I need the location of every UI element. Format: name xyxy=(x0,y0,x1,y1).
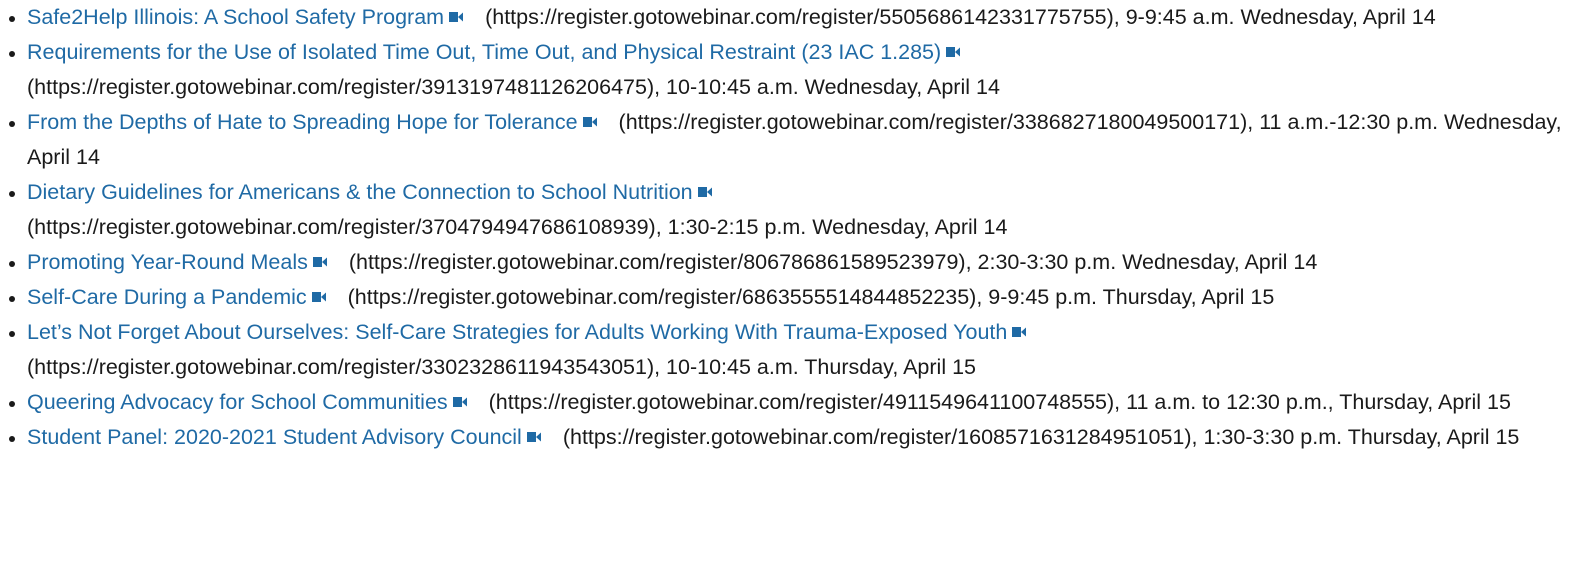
webinar-details: (https://register.gotowebinar.com/regist… xyxy=(348,250,1318,274)
webinar-details: (https://register.gotowebinar.com/regist… xyxy=(562,425,1520,449)
list-item: Student Panel: 2020-2021 Student Advisor… xyxy=(9,420,1577,455)
webinar-title-link[interactable]: Self-Care During a Pandemic xyxy=(27,285,307,309)
list-item: Dietary Guidelines for Americans & the C… xyxy=(9,175,1577,245)
webinar-title-link[interactable]: Student Panel: 2020-2021 Student Advisor… xyxy=(27,425,522,449)
webinar-title-link[interactable]: From the Depths of Hate to Spreading Hop… xyxy=(27,110,578,134)
webinar-details: (https://register.gotowebinar.com/regist… xyxy=(347,285,1275,309)
webinar-title-link[interactable]: Let’s Not Forget About Ourselves: Self-C… xyxy=(27,320,1007,344)
webinar-title-link[interactable]: Requirements for the Use of Isolated Tim… xyxy=(27,40,941,64)
list-item: Promoting Year-Round Meals (https://regi… xyxy=(9,245,1577,280)
list-item: Requirements for the Use of Isolated Tim… xyxy=(9,35,1577,105)
list-item: From the Depths of Hate to Spreading Hop… xyxy=(9,105,1577,175)
webinar-title-link[interactable]: Dietary Guidelines for Americans & the C… xyxy=(27,180,693,204)
video-camera-icon xyxy=(582,117,597,127)
webinar-title-link[interactable]: Queering Advocacy for School Communities xyxy=(27,390,448,414)
webinar-details: (https://register.gotowebinar.com/regist… xyxy=(27,75,1000,99)
webinar-list: Safe2Help Illinois: A School Safety Prog… xyxy=(0,0,1577,455)
webinar-details: (https://register.gotowebinar.com/regist… xyxy=(488,390,1511,414)
webinar-details: (https://register.gotowebinar.com/regist… xyxy=(485,5,1436,29)
video-camera-icon xyxy=(449,12,464,22)
webinar-title-link[interactable]: Safe2Help Illinois: A School Safety Prog… xyxy=(27,5,444,29)
video-camera-icon xyxy=(697,187,712,197)
video-camera-icon xyxy=(526,432,541,442)
list-item: Queering Advocacy for School Communities… xyxy=(9,385,1577,420)
list-item: Self-Care During a Pandemic (https://reg… xyxy=(9,280,1577,315)
video-camera-icon xyxy=(311,292,326,302)
list-item: Safe2Help Illinois: A School Safety Prog… xyxy=(9,0,1577,35)
video-camera-icon xyxy=(946,47,961,57)
webinar-details: (https://register.gotowebinar.com/regist… xyxy=(27,355,976,379)
video-camera-icon xyxy=(452,397,467,407)
video-camera-icon xyxy=(1012,327,1027,337)
video-camera-icon xyxy=(312,257,327,267)
webinar-details: (https://register.gotowebinar.com/regist… xyxy=(27,215,1008,239)
webinar-title-link[interactable]: Promoting Year-Round Meals xyxy=(27,250,308,274)
list-item: Let’s Not Forget About Ourselves: Self-C… xyxy=(9,315,1577,385)
